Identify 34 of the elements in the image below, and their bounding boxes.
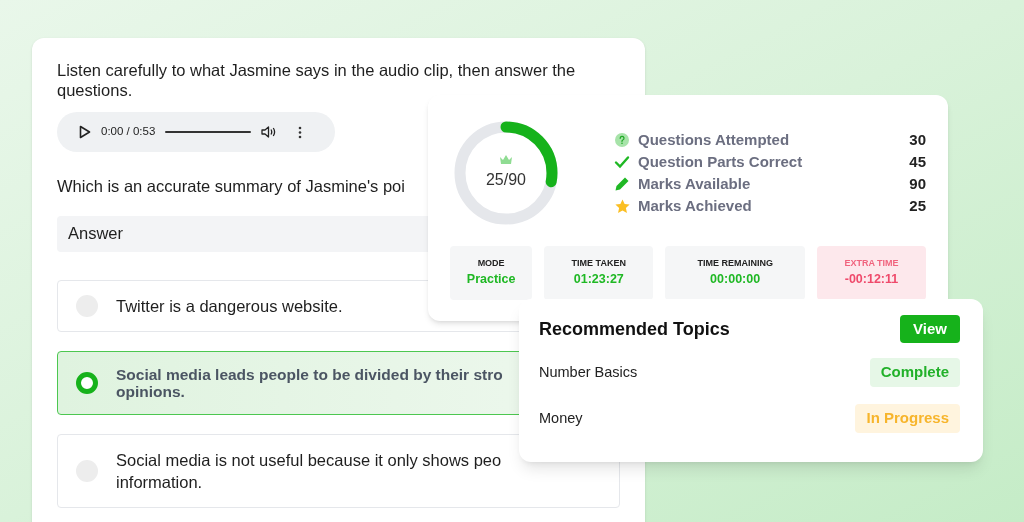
answer-option[interactable]: Social media is not useful because it only shows peo information. [57, 433, 620, 508]
more-icon[interactable] [298, 125, 303, 139]
stat-label: Marks Achieved [638, 195, 752, 216]
tile-value: 00:00:00 [710, 271, 761, 289]
stat-value: 90 [909, 173, 926, 194]
option-text: Twitter is a dangerous website. [116, 295, 343, 317]
audio-player[interactable]: 0:00 / 0:53 [57, 112, 335, 152]
tile-label: TIME TAKEN [571, 256, 626, 270]
question-prompt: Listen carefully to what Jasmine says in the audio clip, then answer the questions. [57, 60, 577, 100]
option-text: Social media leads people to be divided by their stro opinions. [116, 365, 503, 400]
pencil-icon [614, 176, 630, 192]
volume-icon[interactable] [261, 126, 277, 138]
radio-button[interactable] [76, 371, 98, 394]
option-text: Social media is not useful because it only shows peo information. [116, 449, 502, 493]
status-badge: In Progress [855, 404, 960, 433]
tile-label: TIME REMAINING [697, 256, 773, 270]
check-icon [614, 154, 630, 170]
status-badge: Complete [869, 358, 960, 387]
stat-label: Question Parts Correct [638, 151, 803, 172]
score-text: 25/90 [485, 170, 526, 190]
audio-time: 0:00 / 0:53 [101, 124, 156, 140]
crown-icon [499, 154, 513, 166]
question-text: Which is an accurate summary of Jasmine's poi [57, 176, 405, 197]
stat-value: 45 [909, 151, 926, 172]
question-icon [614, 132, 630, 148]
stat-label: Marks Available [638, 173, 751, 194]
tile-label: MODE [477, 256, 505, 270]
play-icon[interactable] [79, 125, 91, 139]
tile-label: EXTRA TIME [844, 256, 899, 270]
stat-value: 30 [909, 129, 926, 150]
tile-value: -00:12:11 [844, 271, 899, 289]
stat-value: 25 [909, 195, 926, 216]
stat-label: Questions Attempted [638, 129, 790, 150]
star-icon [614, 197, 631, 215]
